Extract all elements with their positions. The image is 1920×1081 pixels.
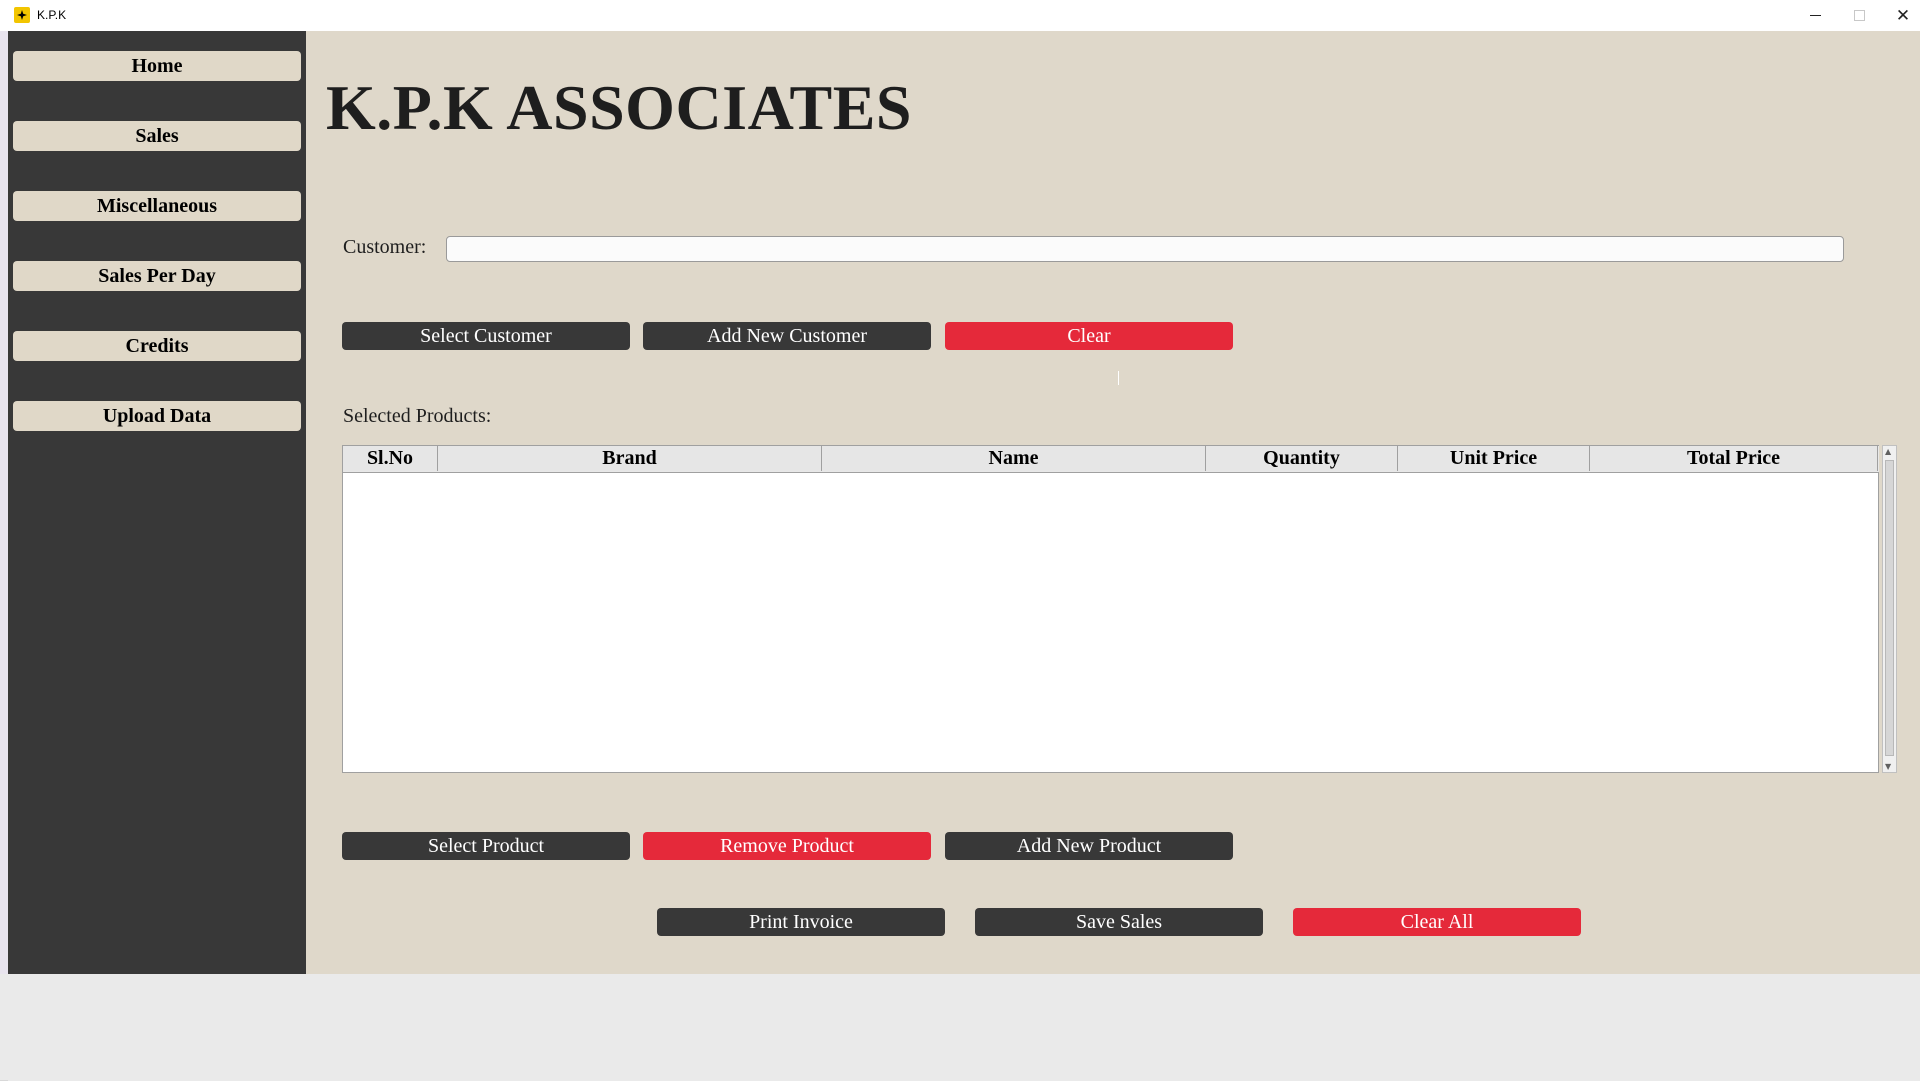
sidebar-item-upload-data[interactable]: Upload Data — [13, 401, 301, 431]
sidebar: Home Sales Miscellaneous Sales Per Day C… — [8, 31, 306, 974]
column-header-brand[interactable]: Brand — [438, 446, 822, 471]
selected-products-label: Selected Products: — [343, 405, 492, 427]
scrollbar-thumb[interactable] — [1885, 460, 1894, 756]
maximize-icon — [1853, 10, 1865, 21]
save-sales-button[interactable]: Save Sales — [975, 908, 1263, 936]
select-product-button[interactable]: Select Product — [342, 832, 630, 860]
selected-products-table[interactable]: Sl.No Brand Name Quantity Unit Price Tot… — [342, 445, 1879, 773]
sidebar-item-sales-per-day[interactable]: Sales Per Day — [13, 261, 301, 291]
sidebar-item-miscellaneous[interactable]: Miscellaneous — [13, 191, 301, 221]
close-button[interactable]: ✕ — [1881, 0, 1920, 31]
clear-all-button[interactable]: Clear All — [1293, 908, 1581, 936]
main-panel: K.P.K ASSOCIATES Customer: Select Custom… — [306, 31, 1920, 974]
page-title: K.P.K ASSOCIATES — [326, 72, 912, 143]
clear-customer-button[interactable]: Clear — [945, 322, 1233, 350]
add-new-product-button[interactable]: Add New Product — [945, 832, 1233, 860]
column-header-name[interactable]: Name — [822, 446, 1206, 471]
maximize-button[interactable] — [1837, 0, 1881, 31]
sidebar-item-credits[interactable]: Credits — [13, 331, 301, 361]
app-window: Home Sales Miscellaneous Sales Per Day C… — [8, 31, 1920, 974]
column-header-total-price[interactable]: Total Price — [1590, 446, 1878, 471]
window-title: K.P.K — [37, 8, 67, 22]
column-header-slno[interactable]: Sl.No — [343, 446, 438, 471]
remove-product-button[interactable]: Remove Product — [643, 832, 931, 860]
app-logo-icon — [14, 7, 30, 23]
window-left-edge — [0, 31, 8, 1080]
minimize-button[interactable] — [1793, 0, 1837, 31]
table-scrollbar[interactable]: ▲ ▼ — [1882, 445, 1897, 773]
close-icon: ✕ — [1895, 5, 1911, 26]
minimize-icon — [1809, 15, 1821, 16]
window-bottom-area — [0, 974, 1920, 1080]
print-invoice-button[interactable]: Print Invoice — [657, 908, 945, 936]
scroll-down-icon[interactable]: ▼ — [1885, 762, 1891, 771]
customer-label: Customer: — [343, 236, 427, 258]
column-header-unit-price[interactable]: Unit Price — [1398, 446, 1590, 471]
select-customer-button[interactable]: Select Customer — [342, 322, 630, 350]
column-header-quantity[interactable]: Quantity — [1206, 446, 1398, 471]
divider-tick — [1118, 371, 1119, 385]
customer-input[interactable] — [446, 236, 1844, 262]
sidebar-item-home[interactable]: Home — [13, 51, 301, 81]
sidebar-item-sales[interactable]: Sales — [13, 121, 301, 151]
title-bar: K.P.K ✕ — [0, 0, 1920, 31]
scroll-up-icon[interactable]: ▲ — [1885, 447, 1891, 456]
add-new-customer-button[interactable]: Add New Customer — [643, 322, 931, 350]
table-header-row: Sl.No Brand Name Quantity Unit Price Tot… — [343, 446, 1879, 473]
